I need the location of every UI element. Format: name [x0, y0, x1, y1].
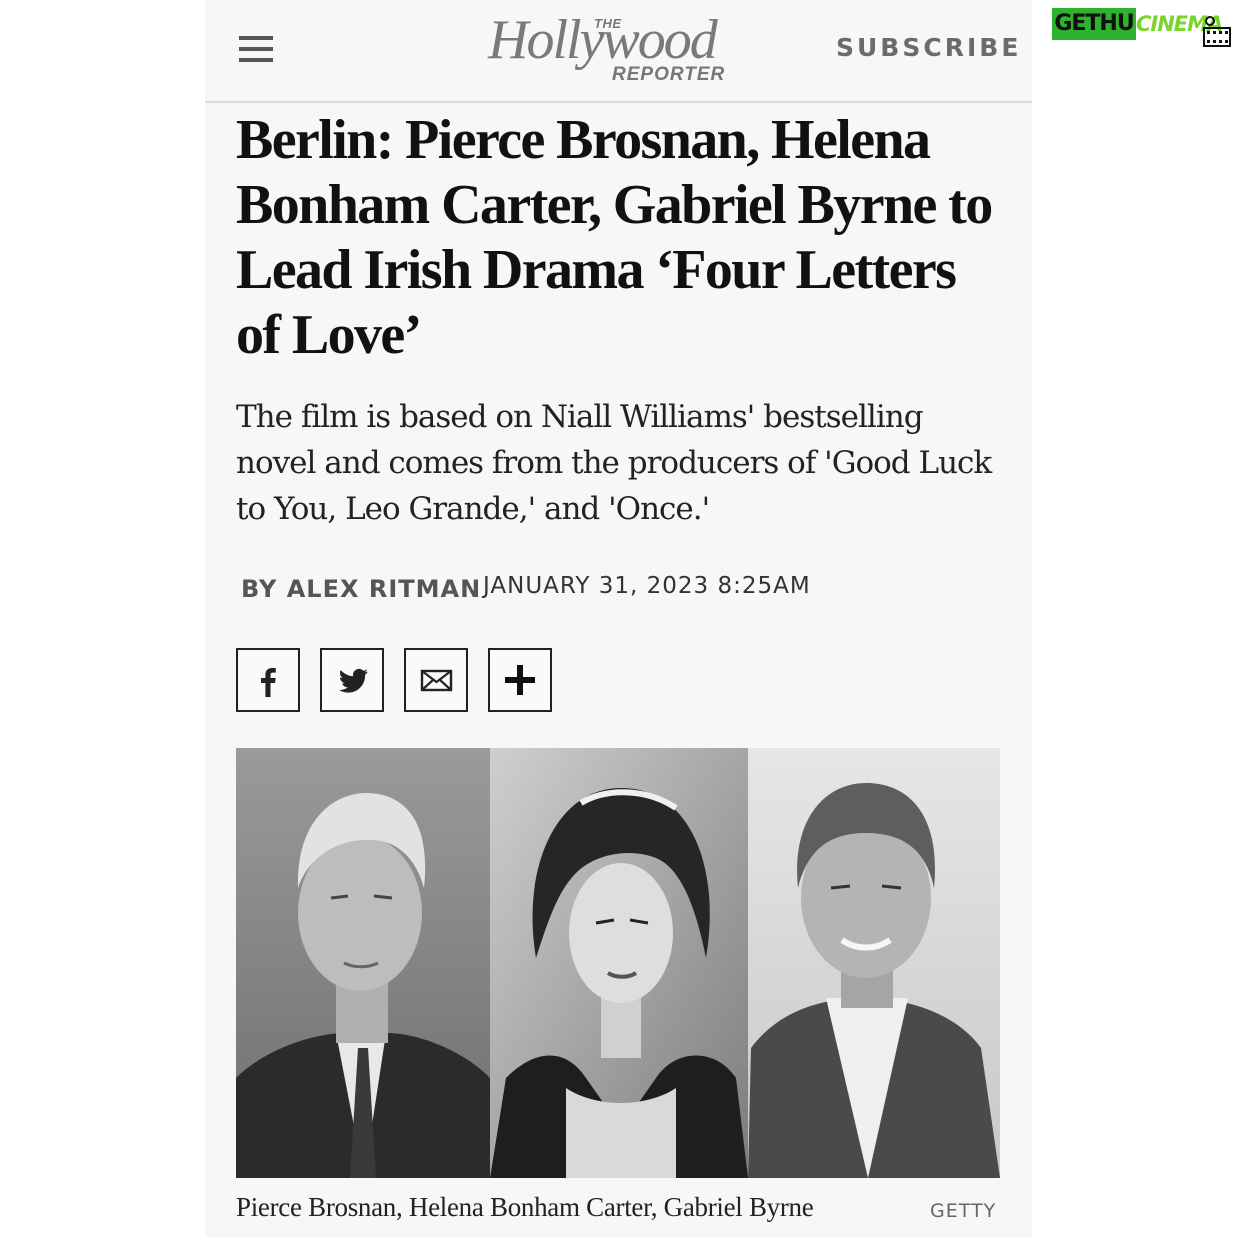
- share-more-button[interactable]: [488, 648, 552, 712]
- byline[interactable]: BY ALEX RITMAN: [241, 575, 481, 603]
- portrait-gabriel-byrne: [748, 748, 1000, 1178]
- watermark-logo: GETHU CINEMA: [1052, 8, 1237, 48]
- site-logo[interactable]: Hollywood THE REPORTER: [488, 8, 750, 88]
- subscribe-link[interactable]: SUBSCRIBE: [836, 33, 1021, 62]
- watermark-gethu: GETHU: [1052, 8, 1136, 40]
- photo-caption: Pierce Brosnan, Helena Bonham Carter, Ga…: [236, 1192, 814, 1222]
- hamburger-menu-icon[interactable]: [239, 36, 273, 62]
- portrait-helena-bonham-carter: [490, 748, 748, 1178]
- site-header: Hollywood THE REPORTER SUBSCRIBE: [205, 0, 1032, 103]
- facebook-icon: [261, 668, 276, 697]
- article-headline: Berlin: Pierce Brosnan, Helena Bonham Ca…: [236, 109, 993, 366]
- logo-reporter: REPORTER: [612, 64, 726, 85]
- article-photo: [236, 748, 1000, 1178]
- email-icon: [420, 669, 453, 692]
- portrait-pierce-brosnan: [236, 748, 490, 1178]
- twitter-icon: [338, 668, 368, 693]
- article-dek: The film is based on Niall Williams' bes…: [236, 399, 992, 527]
- article-card: Hollywood THE REPORTER SUBSCRIBE Berlin:…: [205, 0, 1032, 1237]
- share-email-button[interactable]: [404, 648, 468, 712]
- film-reel-icon: [1203, 16, 1231, 47]
- photo-credit: GETTY: [930, 1200, 997, 1222]
- share-twitter-button[interactable]: [320, 648, 384, 712]
- publish-date: JANUARY 31, 2023 8:25AM: [483, 573, 811, 599]
- logo-the: THE: [594, 16, 622, 31]
- share-facebook-button[interactable]: [236, 648, 300, 712]
- plus-icon: [505, 665, 535, 695]
